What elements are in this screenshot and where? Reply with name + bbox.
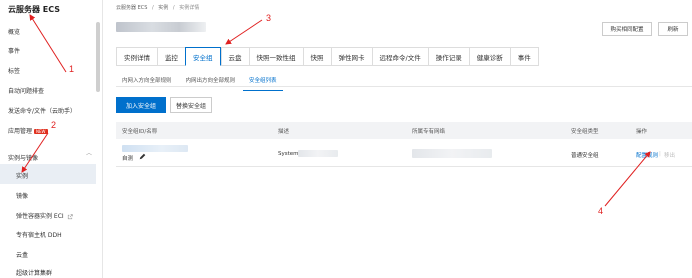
column-header-vpc: 所属专有网络 <box>412 129 446 135</box>
tab-remote-command[interactable]: 远程命令/文件 <box>371 47 428 66</box>
new-badge: NEW <box>34 129 48 134</box>
subtab-outbound-rules[interactable]: 内网出方向全部规则 <box>180 74 242 91</box>
breadcrumb-separator: / <box>152 5 154 11</box>
subtab-security-group-list[interactable]: 安全组列表 <box>243 74 283 91</box>
sidebar-item-cloud-box[interactable]: 云盒 <box>16 250 28 259</box>
add-security-group-button[interactable]: 加入安全组 <box>116 97 166 113</box>
edit-icon[interactable] <box>139 153 146 160</box>
sidebar-item-send-command[interactable]: 发送命令/文件（云助手） <box>8 106 76 115</box>
tab-bar: 实例详情 监控 安全组 云盘 快照一致性组 快照 弹性网卡 远程命令/文件 操作… <box>116 47 539 66</box>
sidebar-item-app-management[interactable]: 应用管理 NEW <box>8 126 48 135</box>
sidebar: 云服务器 ECS 概览 事件 标签 自动问题排查 发送命令/文件（云助手） 应用… <box>0 0 103 278</box>
tab-events[interactable]: 事件 <box>509 47 539 66</box>
tab-operation-log[interactable]: 操作记录 <box>427 47 469 66</box>
tab-snapshot-consistency-group[interactable]: 快照一致性组 <box>248 47 303 66</box>
security-group-type: 普通安全组 <box>571 153 599 159</box>
security-group-name: 自测 <box>122 156 134 162</box>
sidebar-group-instances-images[interactable]: 实例与镜像 <box>8 153 38 162</box>
main-content: 云服务器 ECS / 实例 / 实例详情 购买相同配置 刷新 实例详情 监控 安… <box>104 0 692 278</box>
annotation-label-1: 1 <box>69 64 75 74</box>
description-redacted <box>298 150 338 157</box>
tab-snapshots[interactable]: 快照 <box>302 47 331 66</box>
buy-same-config-button[interactable]: 购买相同配置 <box>602 22 652 36</box>
breadcrumb: 云服务器 ECS / 实例 / 实例详情 <box>116 4 202 11</box>
tab-monitoring[interactable]: 监控 <box>157 47 185 66</box>
chevron-up-icon[interactable]: ︿ <box>86 148 92 157</box>
table-header: 安全组ID/名称 描述 所属专有网络 安全组类型 操作 <box>116 122 692 139</box>
table-row: 自测 System 普通安全组 配置规则 | 移出 <box>116 139 692 167</box>
breadcrumb-ecs[interactable]: 云服务器 ECS <box>116 5 147 11</box>
remove-link[interactable]: 移出 <box>664 151 675 159</box>
sidebar-item-events[interactable]: 事件 <box>8 46 20 55</box>
sidebar-item-auto-diagnosis[interactable]: 自动问题排查 <box>8 86 44 95</box>
breadcrumb-instance-detail: 实例详情 <box>179 5 200 11</box>
tab-eni[interactable]: 弹性网卡 <box>330 47 372 66</box>
sidebar-item-instances[interactable]: 实例 <box>16 171 28 180</box>
column-header-description: 描述 <box>278 129 290 135</box>
security-group-id-redacted[interactable] <box>122 145 188 152</box>
annotation-label-4: 4 <box>598 206 604 216</box>
sidebar-item-overview[interactable]: 概览 <box>8 27 20 36</box>
sidebar-item-supercomputing-cluster[interactable]: 超级计算集群 <box>16 268 52 277</box>
breadcrumb-separator: / <box>172 5 175 11</box>
sidebar-item-label: 弹性容器实例 ECI <box>16 213 64 220</box>
tab-security-group[interactable]: 安全组 <box>185 47 221 66</box>
column-header-actions: 操作 <box>636 129 648 135</box>
sidebar-item-images[interactable]: 镜像 <box>16 191 28 200</box>
instance-name-redacted <box>116 22 206 32</box>
tab-health-diagnosis[interactable]: 健康诊断 <box>468 47 510 66</box>
replace-security-group-button[interactable]: 替换安全组 <box>170 97 212 113</box>
sidebar-item-tags[interactable]: 标签 <box>8 66 20 75</box>
subtab-bar: 内网入方向全部规则 内网出方向全部规则 安全组列表 <box>116 74 285 91</box>
sidebar-title: 云服务器 ECS <box>8 5 61 14</box>
annotation-label-2: 2 <box>51 120 57 130</box>
column-header-type: 安全组类型 <box>571 129 599 135</box>
tab-disks[interactable]: 云盘 <box>220 47 249 66</box>
sidebar-item-eci[interactable]: 弹性容器实例 ECI <box>16 211 73 220</box>
breadcrumb-instances[interactable]: 实例 <box>158 5 168 11</box>
configure-rules-link[interactable]: 配置规则 <box>636 151 658 159</box>
refresh-button[interactable]: 刷新 <box>658 22 688 36</box>
external-link-icon <box>67 213 73 219</box>
annotation-label-3: 3 <box>266 13 272 23</box>
sidebar-scrollbar[interactable] <box>96 22 100 92</box>
sidebar-item-ddh[interactable]: 专有宿主机 DDH <box>16 230 62 239</box>
divider <box>116 86 692 87</box>
column-header-id-name: 安全组ID/名称 <box>122 129 158 135</box>
tab-instance-detail[interactable]: 实例详情 <box>116 47 157 66</box>
description-text: System <box>278 151 299 157</box>
vpc-redacted[interactable] <box>412 149 492 158</box>
action-separator: | <box>659 151 661 157</box>
sidebar-active-highlight <box>0 164 96 184</box>
subtab-inbound-rules[interactable]: 内网入方向全部规则 <box>116 74 178 91</box>
sidebar-item-label: 应用管理 <box>8 128 33 135</box>
